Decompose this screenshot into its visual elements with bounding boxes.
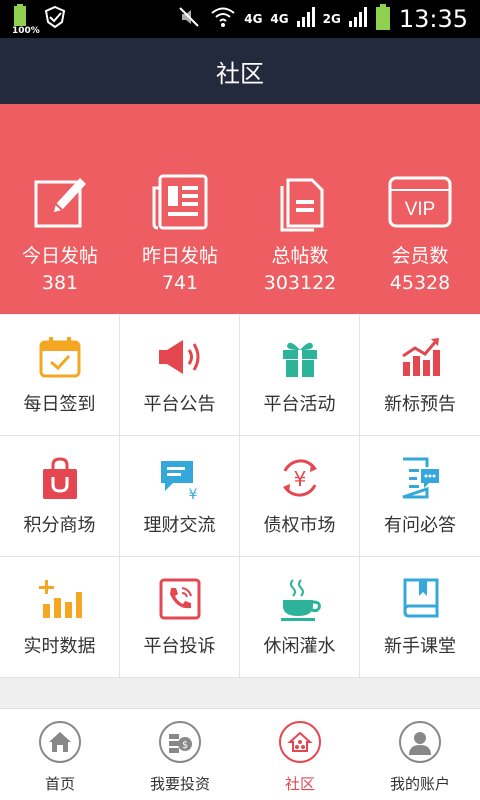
realtime-chart-icon — [38, 580, 82, 618]
grid-label: 积分商场 — [23, 515, 96, 536]
megaphone-icon — [158, 340, 199, 374]
grid-item-complaint[interactable]: 平台投诉 — [120, 557, 240, 678]
home-icon — [39, 721, 81, 763]
status-bar: 100% 4G 4G 2G 13:35 — [0, 0, 480, 38]
grid-label: 实时数据 — [23, 636, 96, 657]
grid-item-new-preview[interactable]: 新标预告 — [360, 315, 480, 436]
vip-icon: VIP — [388, 176, 452, 228]
grid-item-points-mall[interactable]: 积分商场 — [0, 436, 120, 557]
invest-icon: $ — [159, 721, 201, 763]
gift-icon — [282, 342, 317, 377]
grid-label: 平台活动 — [263, 394, 336, 415]
tab-community[interactable]: 社区 — [240, 709, 360, 800]
tab-label: 社区 — [284, 775, 315, 793]
stat-members[interactable]: VIP 会员数 45328 — [360, 104, 480, 314]
wifi-icon — [210, 6, 236, 32]
tab-label: 我的账户 — [389, 775, 450, 793]
feature-grid: 每日签到 平台公告 平台活动 新标预告 积分商场 ¥ 理财交流 ¥ 债权市场 有… — [0, 315, 480, 678]
header-bar: 社区 — [0, 38, 480, 104]
stat-value: 381 — [41, 272, 79, 294]
svg-text:¥: ¥ — [293, 467, 306, 491]
tab-label: 我要投资 — [149, 775, 210, 793]
network-label-3: 2G — [322, 12, 341, 26]
battery-percent: 100% — [12, 26, 40, 36]
bar-chart-icon — [402, 338, 440, 376]
account-icon — [399, 721, 441, 763]
grid-label: 平台公告 — [143, 394, 216, 415]
stat-label: 今日发帖 — [21, 245, 98, 267]
grid-label: 新手课堂 — [384, 636, 456, 657]
svg-text:$: $ — [182, 740, 188, 751]
stat-today-posts[interactable]: 今日发帖 381 — [0, 104, 120, 314]
grid-label: 每日签到 — [23, 394, 96, 415]
stat-label: 昨日发帖 — [141, 245, 218, 267]
stat-value: 303122 — [263, 272, 337, 294]
network-label-1: 4G — [244, 12, 263, 26]
qa-document-icon — [402, 457, 439, 499]
bottom-tab-bar: 首页 $ 我要投资 社区 我的账户 — [0, 708, 480, 800]
book-icon — [403, 578, 439, 618]
grid-item-debt-market[interactable]: ¥ 债权市场 — [240, 436, 360, 557]
svg-text:¥: ¥ — [188, 487, 197, 501]
coffee-cup-icon — [280, 579, 321, 621]
community-icon — [279, 721, 321, 763]
yuan-exchange-icon: ¥ — [282, 459, 317, 497]
newspaper-icon — [152, 174, 208, 230]
grid-item-daily-checkin[interactable]: 每日签到 — [0, 315, 120, 436]
shield-check-icon — [42, 4, 68, 34]
tab-invest[interactable]: $ 我要投资 — [120, 709, 240, 800]
grid-item-activities[interactable]: 平台活动 — [240, 315, 360, 436]
grid-label: 有问必答 — [384, 515, 456, 536]
grid-item-finance-chat[interactable]: ¥ 理财交流 — [120, 436, 240, 557]
documents-icon — [280, 178, 324, 232]
status-left: 100% — [10, 4, 68, 36]
grid-label: 休闲灌水 — [263, 636, 336, 657]
tab-home[interactable]: 首页 — [0, 709, 120, 800]
signal-icon-2 — [348, 7, 367, 31]
grid-item-beginner-class[interactable]: 新手课堂 — [360, 557, 480, 678]
status-right: 4G 4G 2G 13:35 — [178, 0, 468, 38]
edit-icon — [34, 178, 86, 228]
page-title: 社区 — [216, 59, 264, 88]
grid-item-announcement[interactable]: 平台公告 — [120, 315, 240, 436]
network-label-2: 4G — [270, 12, 289, 26]
stat-yesterday-posts[interactable]: 昨日发帖 741 — [120, 104, 240, 314]
spacer — [0, 678, 480, 708]
stat-value: 45328 — [389, 272, 451, 294]
phone-complaint-icon — [159, 578, 200, 620]
grid-item-leisure[interactable]: 休闲灌水 — [240, 557, 360, 678]
tab-label: 首页 — [44, 775, 75, 793]
chat-yuan-icon: ¥ — [160, 461, 197, 501]
grid-label: 新标预告 — [384, 394, 456, 415]
shopping-bag-icon — [42, 457, 77, 499]
grid-label: 债权市场 — [263, 515, 336, 536]
grid-label: 理财交流 — [143, 515, 216, 536]
grid-label: 平台投诉 — [143, 636, 216, 657]
signal-icon — [296, 7, 315, 31]
grid-item-realtime-data[interactable]: 实时数据 — [0, 557, 120, 678]
calendar-check-icon — [39, 337, 80, 378]
stat-total-posts[interactable]: 总帖数 303122 — [240, 104, 360, 314]
stat-label: 总帖数 — [271, 245, 329, 267]
battery-icon — [375, 4, 391, 34]
clock: 13:35 — [398, 5, 468, 33]
tab-account[interactable]: 我的账户 — [360, 709, 480, 800]
grid-item-qa[interactable]: 有问必答 — [360, 436, 480, 557]
stats-banner: 今日发帖 381 昨日发帖 741 总帖数 303122 VIP 会员数 453… — [0, 104, 480, 314]
stat-value: 741 — [161, 272, 199, 294]
mute-icon — [178, 6, 202, 32]
stat-label: 会员数 — [391, 245, 449, 267]
vip-badge-text: VIP — [405, 199, 436, 220]
